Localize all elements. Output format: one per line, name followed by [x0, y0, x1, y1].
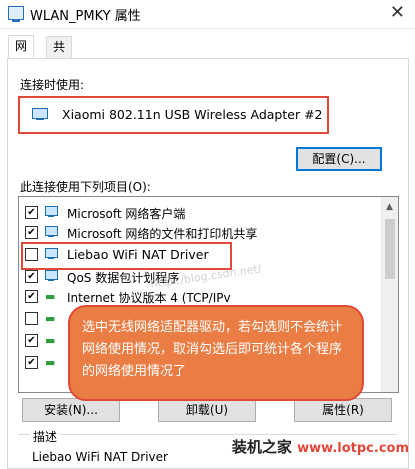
window-title: WLAN_PMKY 属性	[30, 9, 141, 24]
checkbox[interactable]: ✔	[25, 226, 38, 239]
protocol-icon: ▬	[45, 312, 56, 325]
list-item-label: Microsoft 网络客户端	[67, 207, 186, 221]
scroll-thumb[interactable]	[385, 219, 395, 279]
items-label: 此连接使用下列项目(O):	[20, 180, 151, 194]
tab-sharing[interactable]: 共享	[46, 36, 73, 75]
brand-url: www.lotpc.com	[297, 441, 409, 456]
checkbox[interactable]: ✔	[25, 334, 38, 347]
scroll-up-icon[interactable]: ▲	[386, 202, 393, 212]
list-scrollbar[interactable]: ▲	[381, 197, 398, 392]
adapter-field: Xiaomi 802.11n USB Wireless Adapter #2	[18, 96, 329, 134]
list-item-label: Microsoft 网络的文件和打印机共享	[67, 227, 258, 241]
network-client-icon	[45, 206, 58, 217]
list-item[interactable]: ✔ ▬ Internet 协议版本 4 (TCP/IPv	[19, 287, 379, 307]
tab-network[interactable]: 网络	[8, 35, 35, 74]
protocol-icon: ▬	[45, 334, 56, 347]
list-item[interactable]: ✔ Microsoft 网络客户端	[19, 203, 379, 223]
properties-button[interactable]: 属性(R)	[294, 398, 392, 422]
checkbox[interactable]: ✔	[25, 206, 38, 219]
description-text: Liebao WiFi NAT Driver	[32, 450, 168, 464]
site-watermark: 装机之家 www.lotpc.com	[232, 436, 409, 457]
network-service-icon	[45, 226, 58, 237]
connect-using-label: 连接时使用:	[20, 78, 85, 92]
annotation-callout: 选中无线网络适配器驱动，若勾选则不会统计网络使用情况，取消勾选后即可统计各个程序…	[68, 305, 364, 401]
checkbox[interactable]: ✔	[25, 356, 38, 369]
adapter-name: Xiaomi 802.11n USB Wireless Adapter #2	[62, 107, 323, 122]
checkbox[interactable]	[25, 312, 38, 325]
brand-name: 装机之家	[231, 438, 292, 456]
checkbox[interactable]: ✔	[25, 290, 38, 303]
protocol-icon: ▬	[45, 290, 56, 303]
configure-button[interactable]: 配置(C)...	[296, 147, 382, 171]
protocol-icon: ▬	[45, 356, 56, 369]
title-bar: WLAN_PMKY 属性 ✕	[0, 0, 415, 29]
callout-text: 选中无线网络适配器驱动，若勾选则不会统计网络使用情况，取消勾选后即可统计各个程序…	[82, 320, 343, 379]
checkbox[interactable]: ✔	[25, 270, 38, 283]
description-label: 描述	[30, 428, 61, 445]
install-button[interactable]: 安装(N)...	[22, 398, 120, 422]
uninstall-button[interactable]: 卸载(U)	[158, 398, 256, 422]
list-item[interactable]: ✔ Microsoft 网络的文件和打印机共享	[19, 223, 379, 243]
highlight-liebao-item	[21, 242, 232, 270]
network-connection-icon	[8, 6, 24, 22]
adapter-icon	[32, 108, 48, 120]
network-service-icon	[45, 270, 58, 281]
close-icon[interactable]: ✕	[390, 2, 405, 23]
list-item-label: Internet 协议版本 4 (TCP/IPv	[67, 291, 231, 305]
